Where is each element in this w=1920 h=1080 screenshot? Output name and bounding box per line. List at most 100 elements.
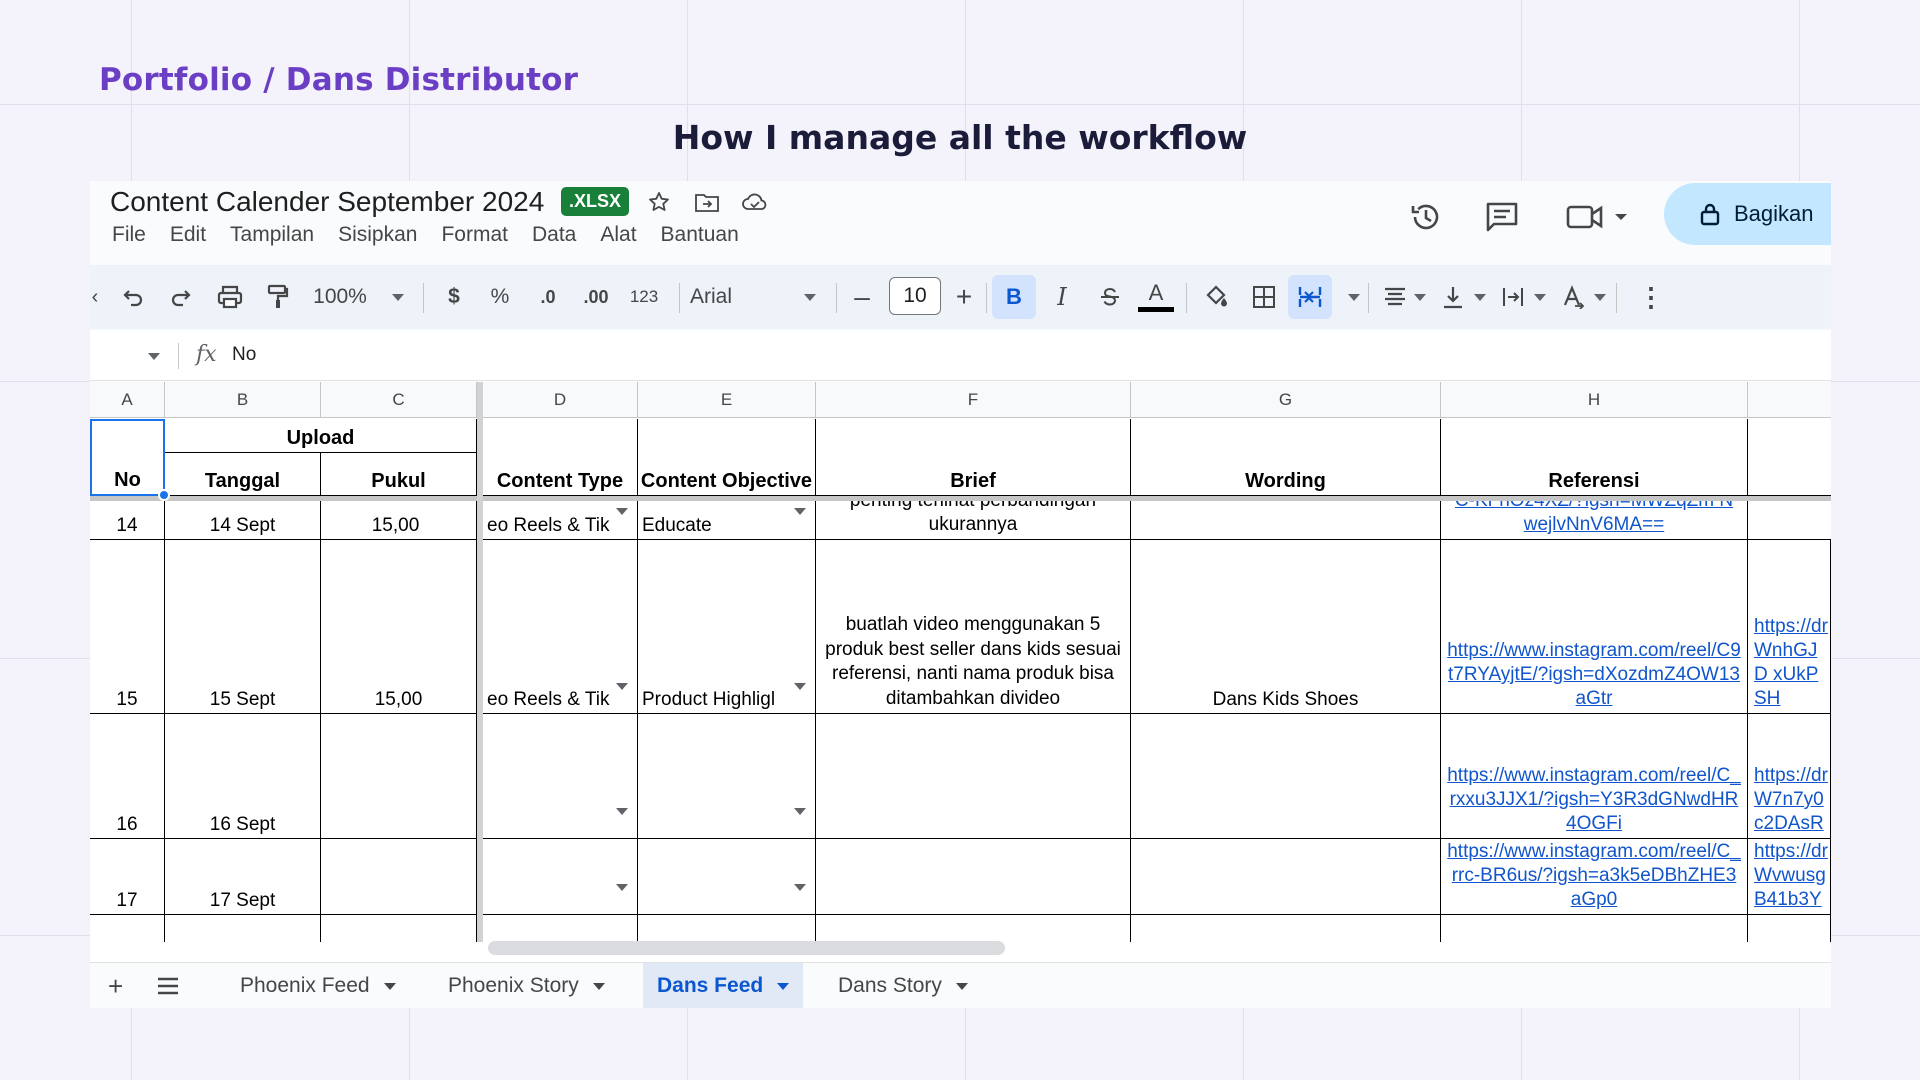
- comments-icon[interactable]: [1480, 195, 1524, 239]
- row15-brief[interactable]: buatlah video menggunakan 5 produk best …: [816, 540, 1131, 714]
- header-no[interactable]: No: [90, 419, 165, 496]
- menu-view[interactable]: Tampilan: [230, 223, 314, 247]
- bold-button[interactable]: B: [992, 275, 1036, 319]
- font-dropdown-icon[interactable]: [804, 294, 816, 301]
- header-referensi[interactable]: Referensi: [1441, 419, 1748, 496]
- row18-content-type[interactable]: [483, 915, 638, 942]
- percent-format-button[interactable]: %: [484, 265, 516, 329]
- star-icon[interactable]: [642, 185, 676, 219]
- row17-objective[interactable]: [638, 839, 816, 915]
- menu-insert[interactable]: Sisipkan: [338, 223, 417, 247]
- header-brief[interactable]: Brief: [816, 419, 1131, 496]
- row15-referensi-link[interactable]: https://www.instagram.com/reel/C9t7RYAyj…: [1441, 540, 1748, 714]
- row14-brief[interactable]: penting terlihat perbandingan ukurannya: [816, 501, 1131, 540]
- more-options-icon[interactable]: ⋮: [1636, 265, 1666, 329]
- all-sheets-icon[interactable]: [142, 963, 194, 1008]
- move-to-folder-icon[interactable]: [690, 185, 724, 219]
- row16-content-type[interactable]: [483, 714, 638, 839]
- row14-no[interactable]: 14: [90, 501, 165, 540]
- column-header-d[interactable]: D: [483, 382, 638, 418]
- row14-wording[interactable]: [1131, 501, 1441, 540]
- row14-type-dropdown-icon[interactable]: [616, 508, 628, 515]
- toolbar-overflow-icon[interactable]: ‹: [90, 265, 100, 329]
- row18-brief[interactable]: [816, 915, 1131, 942]
- menu-data[interactable]: Data: [532, 223, 576, 247]
- increase-font-size-icon[interactable]: +: [948, 265, 980, 329]
- row18-objective[interactable]: [638, 915, 816, 942]
- undo-icon[interactable]: [114, 265, 152, 329]
- cloud-saved-icon[interactable]: [738, 185, 772, 219]
- chevron-down-icon[interactable]: [383, 982, 396, 990]
- menu-tools[interactable]: Alat: [600, 223, 636, 247]
- valign-dropdown-icon[interactable]: [1474, 294, 1486, 301]
- header-wording[interactable]: Wording: [1131, 419, 1441, 496]
- menu-file[interactable]: File: [112, 223, 146, 247]
- currency-format-button[interactable]: $: [438, 265, 470, 329]
- column-header-b[interactable]: B: [165, 382, 321, 418]
- increase-decimal-button[interactable]: .00: [574, 265, 618, 329]
- formula-input[interactable]: No: [232, 344, 256, 366]
- borders-icon[interactable]: [1244, 265, 1284, 329]
- font-select[interactable]: Arial: [690, 265, 770, 329]
- font-size-input[interactable]: 10: [889, 277, 941, 315]
- row14-extra[interactable]: [1748, 501, 1831, 540]
- decrease-decimal-button[interactable]: .0: [528, 265, 568, 329]
- row17-pukul[interactable]: [321, 839, 477, 915]
- chevron-down-icon[interactable]: [955, 982, 968, 990]
- name-box-dropdown-icon[interactable]: [148, 353, 160, 360]
- menu-format[interactable]: Format: [441, 223, 508, 247]
- row14-referensi-link[interactable]: C-KFhOz4XZ/?igsh=MWZqZm NwejlvNnV6MA==: [1441, 501, 1748, 540]
- column-header-c[interactable]: C: [321, 382, 477, 418]
- strikethrough-icon[interactable]: [1090, 265, 1130, 329]
- row15-content-type[interactable]: eo Reels & Tik: [483, 540, 638, 714]
- row18-referensi[interactable]: [1441, 915, 1748, 942]
- row17-referensi-link[interactable]: https://www.instagram.com/reel/C_rrc-BR6…: [1441, 839, 1748, 915]
- merge-dropdown-icon[interactable]: [1348, 294, 1360, 301]
- add-sheet-icon[interactable]: +: [94, 963, 137, 1008]
- row15-pukul[interactable]: 15,00: [321, 540, 477, 714]
- row15-type-dropdown-icon[interactable]: [616, 683, 628, 690]
- row14-objective[interactable]: Educate: [638, 501, 816, 540]
- sheet-tab-dans-feed[interactable]: Dans Feed: [643, 963, 804, 1008]
- row16-extra-link[interactable]: https://dr W7n7y0 c2DAsR: [1748, 714, 1831, 839]
- row15-tanggal[interactable]: 15 Sept: [165, 540, 321, 714]
- print-icon[interactable]: [210, 265, 250, 329]
- sheet-tab-phoenix-feed[interactable]: Phoenix Feed: [226, 963, 410, 1008]
- chevron-down-icon[interactable]: [592, 982, 605, 990]
- menu-help[interactable]: Bantuan: [661, 223, 739, 247]
- row16-wording[interactable]: [1131, 714, 1441, 839]
- header-upload[interactable]: Upload: [165, 419, 477, 453]
- row17-tanggal[interactable]: 17 Sept: [165, 839, 321, 915]
- column-header-f[interactable]: F: [816, 382, 1131, 418]
- version-history-icon[interactable]: [1404, 195, 1448, 239]
- frozen-columns-divider[interactable]: [477, 382, 483, 942]
- row14-content-type[interactable]: eo Reels & Tik: [483, 501, 638, 540]
- meet-icon[interactable]: [1562, 195, 1632, 239]
- row17-wording[interactable]: [1131, 839, 1441, 915]
- share-button[interactable]: Bagikan: [1664, 183, 1831, 245]
- paint-format-icon[interactable]: [258, 265, 298, 329]
- column-header-h[interactable]: H: [1441, 382, 1748, 418]
- row14-objective-dropdown-icon[interactable]: [794, 508, 806, 515]
- italic-button[interactable]: I: [1042, 265, 1082, 329]
- redo-icon[interactable]: [162, 265, 200, 329]
- row16-referensi-link[interactable]: https://www.instagram.com/reel/C_rxxu3JJ…: [1441, 714, 1748, 839]
- row16-objective[interactable]: [638, 714, 816, 839]
- row17-content-type[interactable]: [483, 839, 638, 915]
- row18-pukul[interactable]: [321, 915, 477, 942]
- align-dropdown-icon[interactable]: [1414, 294, 1426, 301]
- row16-objective-dropdown-icon[interactable]: [794, 808, 806, 815]
- row15-wording[interactable]: Dans Kids Shoes: [1131, 540, 1441, 714]
- row17-type-dropdown-icon[interactable]: [616, 884, 628, 891]
- vertical-align-icon[interactable]: [1436, 265, 1470, 329]
- frozen-rows-divider[interactable]: [90, 496, 1831, 501]
- column-header-a[interactable]: A: [90, 382, 165, 418]
- row16-brief[interactable]: [816, 714, 1131, 839]
- fill-color-icon[interactable]: [1196, 265, 1236, 329]
- selection-handle[interactable]: [158, 489, 170, 501]
- row16-tanggal[interactable]: 16 Sept: [165, 714, 321, 839]
- chevron-down-icon[interactable]: [777, 982, 790, 990]
- zoom-dropdown-icon[interactable]: [392, 294, 404, 301]
- text-rotation-icon[interactable]: [1556, 265, 1590, 329]
- text-color-button[interactable]: A: [1136, 265, 1176, 329]
